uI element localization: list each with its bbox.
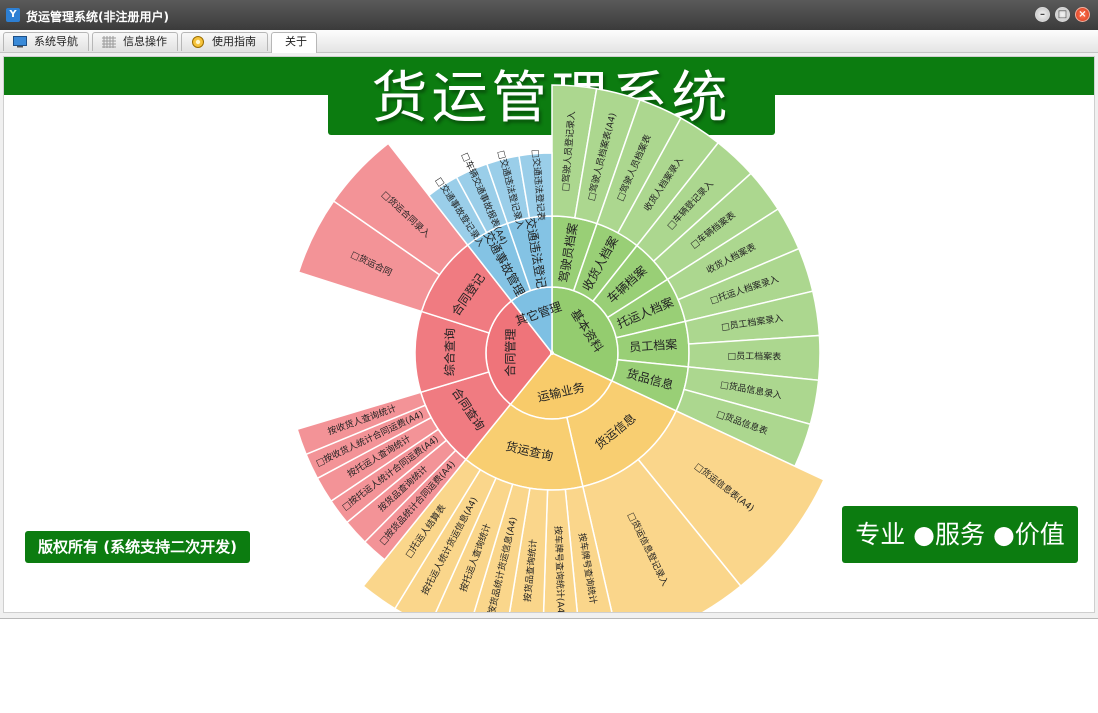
close-button[interactable]: × (1075, 7, 1090, 22)
monitor-icon (13, 36, 27, 48)
sunburst-module-label: 综合查询 (442, 328, 457, 376)
tab-info-operation[interactable]: 信息操作 (92, 32, 178, 51)
tab-label: 使用指南 (212, 35, 256, 48)
copyright-label: 版权所有 (系统支持二次开发) (25, 531, 250, 563)
app-window: Y 货运管理系统(非注册用户) – □ × 系统导航 信息操作 使用指南 关于 … (0, 0, 1098, 619)
tab-user-guide[interactable]: 使用指南 (181, 32, 268, 51)
about-panel: 货运管理系统 基本资料驾驶员档案□驾驶人员登记录入□驾驶人员档案表(A4)收货人… (3, 56, 1095, 613)
tab-label: 信息操作 (123, 35, 167, 48)
window-title: 货运管理系统(非注册用户) (26, 10, 169, 24)
tab-about[interactable]: 关于 (271, 32, 317, 53)
maximize-button[interactable]: □ (1055, 7, 1070, 22)
tab-label: 关于 (285, 35, 307, 48)
sunburst-group-label: 合同管理 (502, 329, 517, 377)
title-bar: Y 货运管理系统(非注册用户) – □ × (0, 0, 1098, 30)
grid-icon (102, 36, 116, 48)
sunburst-center (550, 351, 554, 355)
tab-system-navigation[interactable]: 系统导航 (3, 32, 89, 51)
app-logo-icon: Y (6, 8, 20, 22)
slogan-label: 专业 ●服务 ●价值 (842, 506, 1078, 563)
sunburst-module-label: 员工档案 (629, 336, 678, 354)
minimize-button[interactable]: – (1035, 7, 1050, 22)
tab-label: 系统导航 (34, 35, 78, 48)
tab-bar: 系统导航 信息操作 使用指南 关于 (0, 30, 1098, 53)
help-icon (192, 36, 204, 48)
sunburst-leaf-label: □员工档案表 (728, 350, 782, 363)
